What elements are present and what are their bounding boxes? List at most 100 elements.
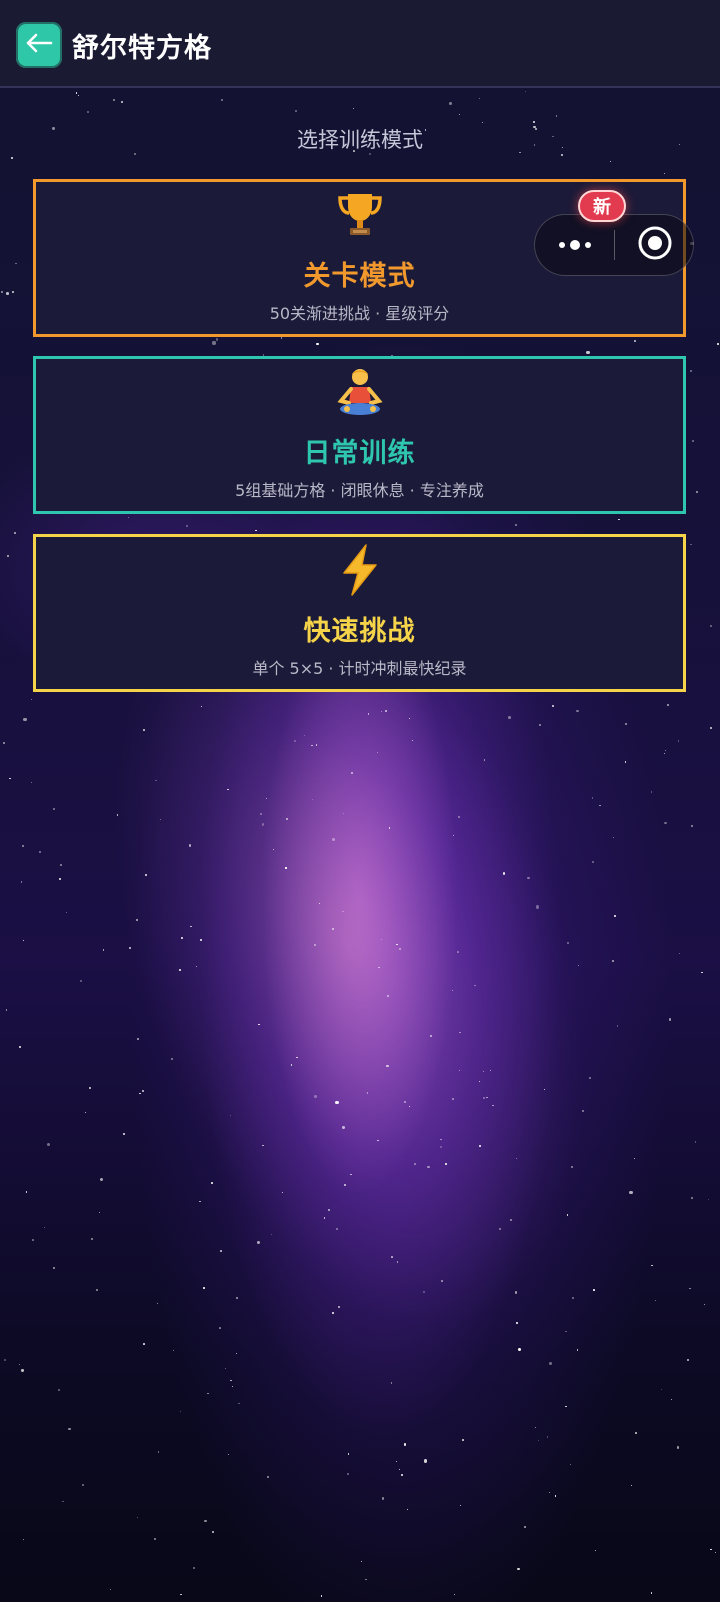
- star: [664, 752, 666, 754]
- star: [12, 291, 15, 294]
- star: [262, 823, 265, 826]
- star: [43, 1227, 46, 1229]
- star: [22, 939, 25, 942]
- star: [408, 717, 410, 719]
- star: [544, 1089, 546, 1091]
- top-bar: 舒尔特方格: [0, 0, 720, 88]
- star: [192, 1567, 195, 1570]
- star: [68, 1427, 71, 1431]
- star: [332, 837, 336, 841]
- more-options-button[interactable]: [535, 215, 615, 275]
- star: [21, 1369, 24, 1372]
- star: [342, 910, 344, 912]
- star: [270, 1233, 273, 1235]
- star: [98, 1211, 101, 1214]
- star: [404, 1101, 407, 1104]
- star: [189, 844, 192, 847]
- star: [707, 1198, 709, 1200]
- star: [58, 1388, 61, 1392]
- star: [262, 1144, 264, 1147]
- star: [664, 750, 666, 752]
- star: [689, 1287, 691, 1290]
- star: [565, 1331, 567, 1333]
- star: [462, 1438, 464, 1441]
- star: [650, 791, 653, 793]
- star: [20, 881, 23, 883]
- meditation-icon: [36, 365, 683, 419]
- star: [91, 1237, 94, 1240]
- mode-title: 快速挑战: [303, 616, 416, 647]
- star: [228, 1453, 230, 1456]
- star: [156, 1302, 159, 1305]
- star: [478, 1080, 481, 1083]
- star: [388, 826, 391, 829]
- star: [452, 1098, 454, 1100]
- star: [160, 818, 162, 820]
- star: [296, 1056, 298, 1059]
- star: [87, 111, 89, 113]
- mode-card-quick[interactable]: 快速挑战 单个 5×5 · 计时冲刺最快纪录: [33, 534, 686, 692]
- star: [457, 950, 459, 953]
- lightning-icon: [36, 543, 683, 597]
- star: [411, 740, 413, 742]
- star: [478, 98, 480, 100]
- close-miniprogram-button[interactable]: [615, 215, 695, 275]
- star: [95, 1289, 98, 1291]
- star: [285, 817, 288, 820]
- star: [311, 744, 313, 747]
- star: [631, 1484, 633, 1487]
- star: [122, 1133, 125, 1136]
- star: [316, 343, 319, 346]
- star: [548, 1362, 552, 1366]
- star: [678, 952, 681, 954]
- mode-card-daily[interactable]: 日常训练 5组基础方格 · 闭眼休息 · 专注养成: [33, 356, 686, 514]
- star: [386, 1064, 389, 1067]
- star: [515, 1157, 517, 1159]
- star: [598, 804, 601, 807]
- star: [710, 726, 713, 729]
- mode-description: 5组基础方格 · 闭眼休息 · 专注养成: [235, 481, 484, 500]
- star: [459, 1504, 462, 1506]
- star: [226, 788, 229, 791]
- star: [400, 1474, 403, 1477]
- star: [381, 1497, 385, 1500]
- star: [58, 877, 61, 880]
- star: [211, 1530, 214, 1533]
- star: [110, 1589, 112, 1591]
- star: [6, 555, 9, 558]
- star: [478, 1144, 481, 1147]
- star: [180, 1593, 182, 1596]
- star: [311, 798, 313, 800]
- star: [687, 1358, 690, 1361]
- star: [489, 1070, 492, 1072]
- miniprogram-capsule: [534, 214, 694, 276]
- star: [593, 1289, 596, 1292]
- star: [332, 1311, 334, 1314]
- star: [613, 914, 616, 917]
- star: [571, 1297, 574, 1300]
- star: [157, 1451, 160, 1453]
- star: [625, 723, 628, 726]
- star: [399, 947, 402, 950]
- star: [634, 1432, 637, 1434]
- star: [515, 1291, 518, 1294]
- star: [52, 1266, 55, 1269]
- star: [365, 1578, 367, 1580]
- star: [185, 525, 188, 528]
- star: [136, 1517, 138, 1519]
- back-arrow-icon: [25, 33, 53, 57]
- star: [655, 1299, 657, 1301]
- star: [79, 979, 82, 982]
- star: [77, 94, 80, 97]
- star: [690, 370, 693, 372]
- star: [30, 699, 32, 701]
- star: [378, 966, 380, 969]
- star: [571, 1165, 574, 1168]
- star: [285, 867, 287, 869]
- star: [220, 1250, 223, 1252]
- star: [144, 873, 147, 877]
- back-button[interactable]: [16, 22, 62, 68]
- star: [474, 984, 476, 987]
- star: [203, 1519, 207, 1523]
- star: [19, 1045, 22, 1048]
